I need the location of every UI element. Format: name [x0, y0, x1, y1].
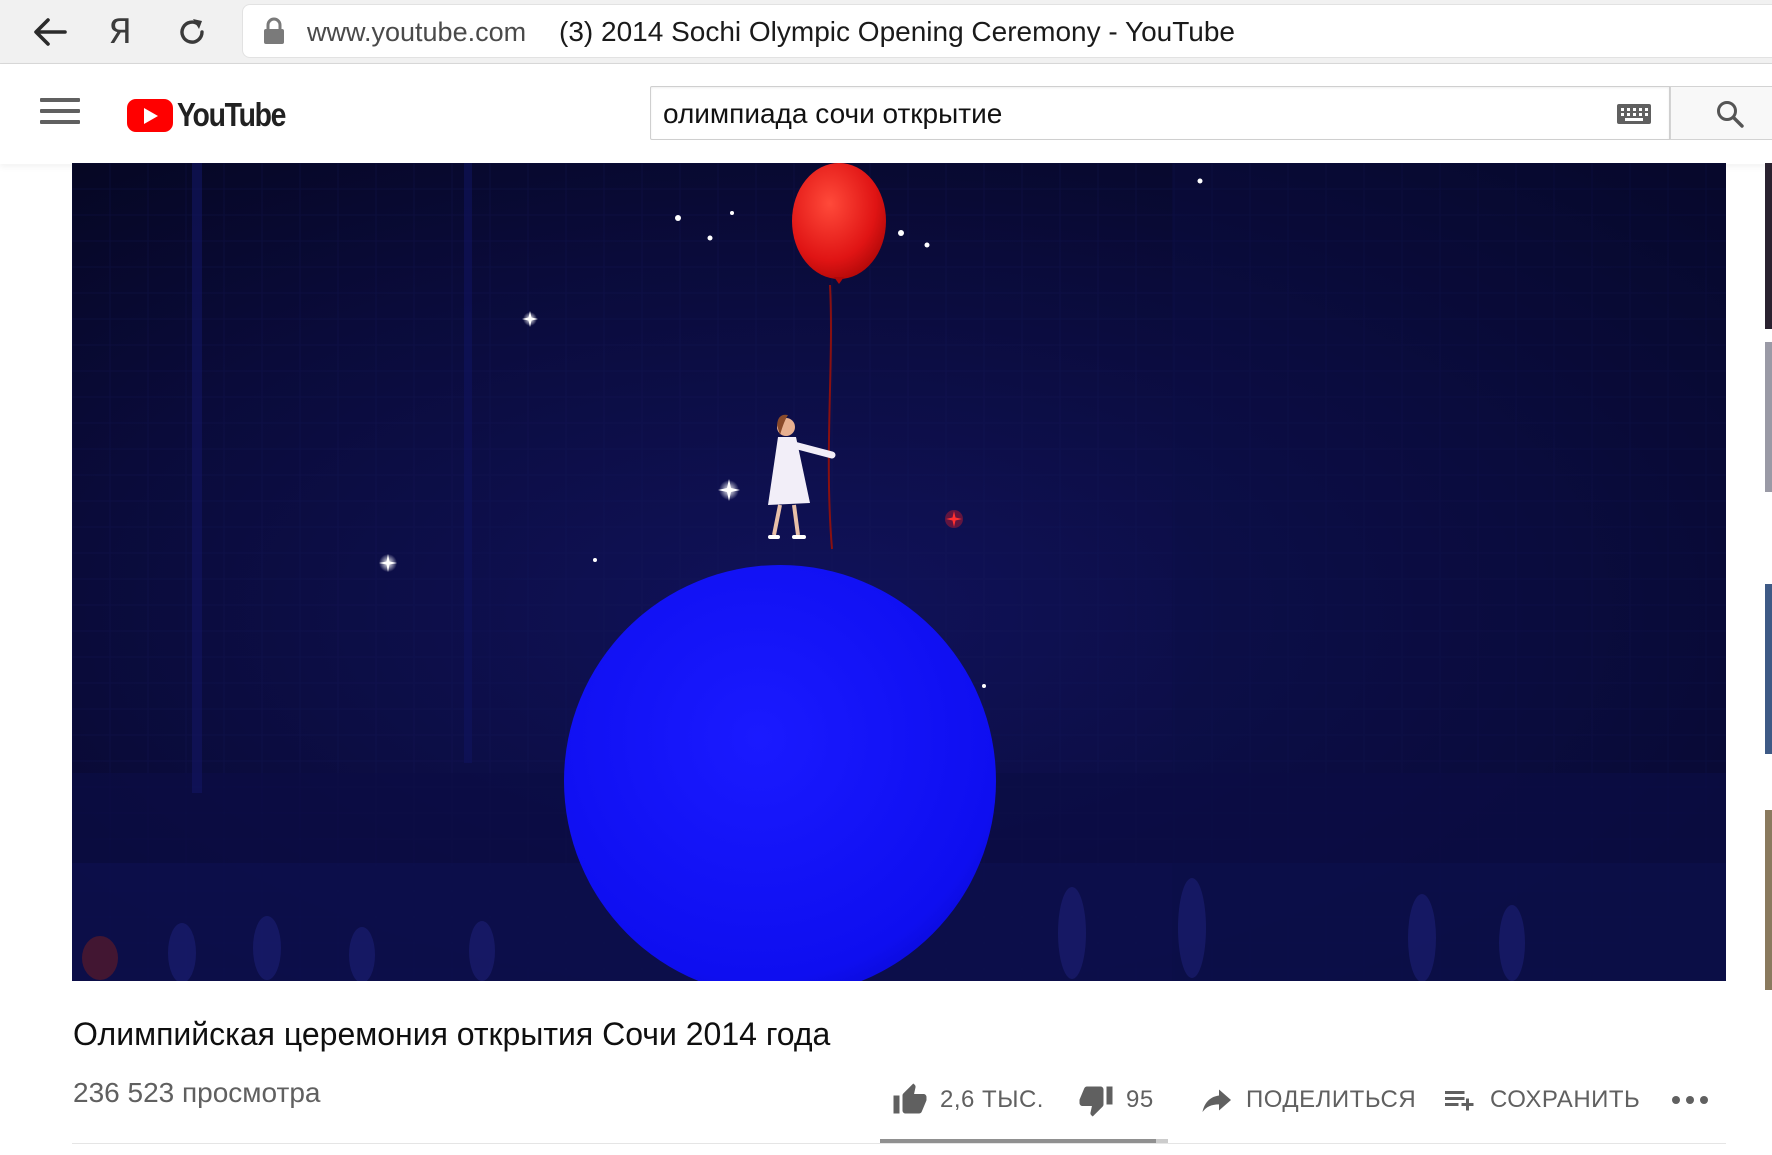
- info-divider: [72, 1143, 1726, 1144]
- more-horizontal-icon: [1672, 1096, 1708, 1104]
- video-title: Олимпийская церемония открытия Сочи 2014…: [73, 1016, 831, 1052]
- page-title: (3) 2014 Sochi Olympic Opening Ceremony …: [559, 16, 1235, 47]
- thumbs-up-icon: [893, 1083, 927, 1114]
- lock-icon: [264, 17, 284, 44]
- address-domain: www.youtube.com: [307, 17, 527, 47]
- share-label: ПОДЕЛИТЬСЯ: [1246, 1086, 1417, 1113]
- share-button[interactable]: ПОДЕЛИТЬСЯ: [1198, 1078, 1416, 1122]
- yandex-icon: Я: [108, 12, 132, 52]
- guide-menu-button[interactable]: [40, 98, 80, 130]
- share-arrow-icon: [1202, 1089, 1231, 1112]
- search-input[interactable]: олимпиада сочи открытие: [650, 86, 1670, 140]
- hamburger-icon: [40, 98, 80, 102]
- address-bar[interactable]: www.youtube.com (3) 2014 Sochi Olympic O…: [242, 4, 1772, 58]
- yandex-button[interactable]: Я: [96, 8, 144, 56]
- youtube-logo-text: YouTube: [177, 96, 286, 133]
- search-query: олимпиада сочи открытие: [663, 98, 1003, 129]
- more-actions-button[interactable]: [1670, 1078, 1710, 1122]
- save-label: СОХРАНИТЬ: [1490, 1086, 1641, 1113]
- related-video-thumbnail[interactable]: [1765, 810, 1772, 990]
- youtube-play-icon: [127, 98, 173, 132]
- playlist-add-icon: [1445, 1091, 1474, 1111]
- dislike-button[interactable]: 95: [1078, 1078, 1154, 1122]
- reload-button[interactable]: [168, 8, 216, 56]
- like-count: 2,6 ТЫС.: [940, 1086, 1044, 1113]
- search-button[interactable]: [1670, 86, 1772, 140]
- video-frame: [72, 163, 1726, 981]
- view-count: 236 523 просмотра: [73, 1077, 321, 1108]
- browser-toolbar: Я www.youtube.com (3) 2014 Sochi Olympic…: [0, 0, 1772, 64]
- like-button[interactable]: 2,6 ТЫС.: [892, 1078, 1044, 1122]
- related-video-thumbnail[interactable]: [1765, 163, 1772, 329]
- dislike-count: 95: [1126, 1086, 1154, 1113]
- reload-icon: [180, 19, 204, 44]
- youtube-masthead: YouTube олимпиада сочи открытие: [0, 64, 1772, 164]
- save-button[interactable]: СОХРАНИТЬ: [1442, 1078, 1640, 1122]
- related-video-thumbnail[interactable]: [1765, 584, 1772, 754]
- related-video-thumbnail[interactable]: [1765, 342, 1772, 492]
- video-player[interactable]: [72, 163, 1726, 981]
- thumbs-down-icon: [1079, 1086, 1113, 1117]
- back-button[interactable]: [26, 8, 74, 56]
- search-icon: [1717, 101, 1744, 128]
- keyboard-icon[interactable]: [1617, 104, 1651, 124]
- arrow-left-icon: [34, 18, 67, 46]
- youtube-logo[interactable]: YouTube: [127, 96, 303, 134]
